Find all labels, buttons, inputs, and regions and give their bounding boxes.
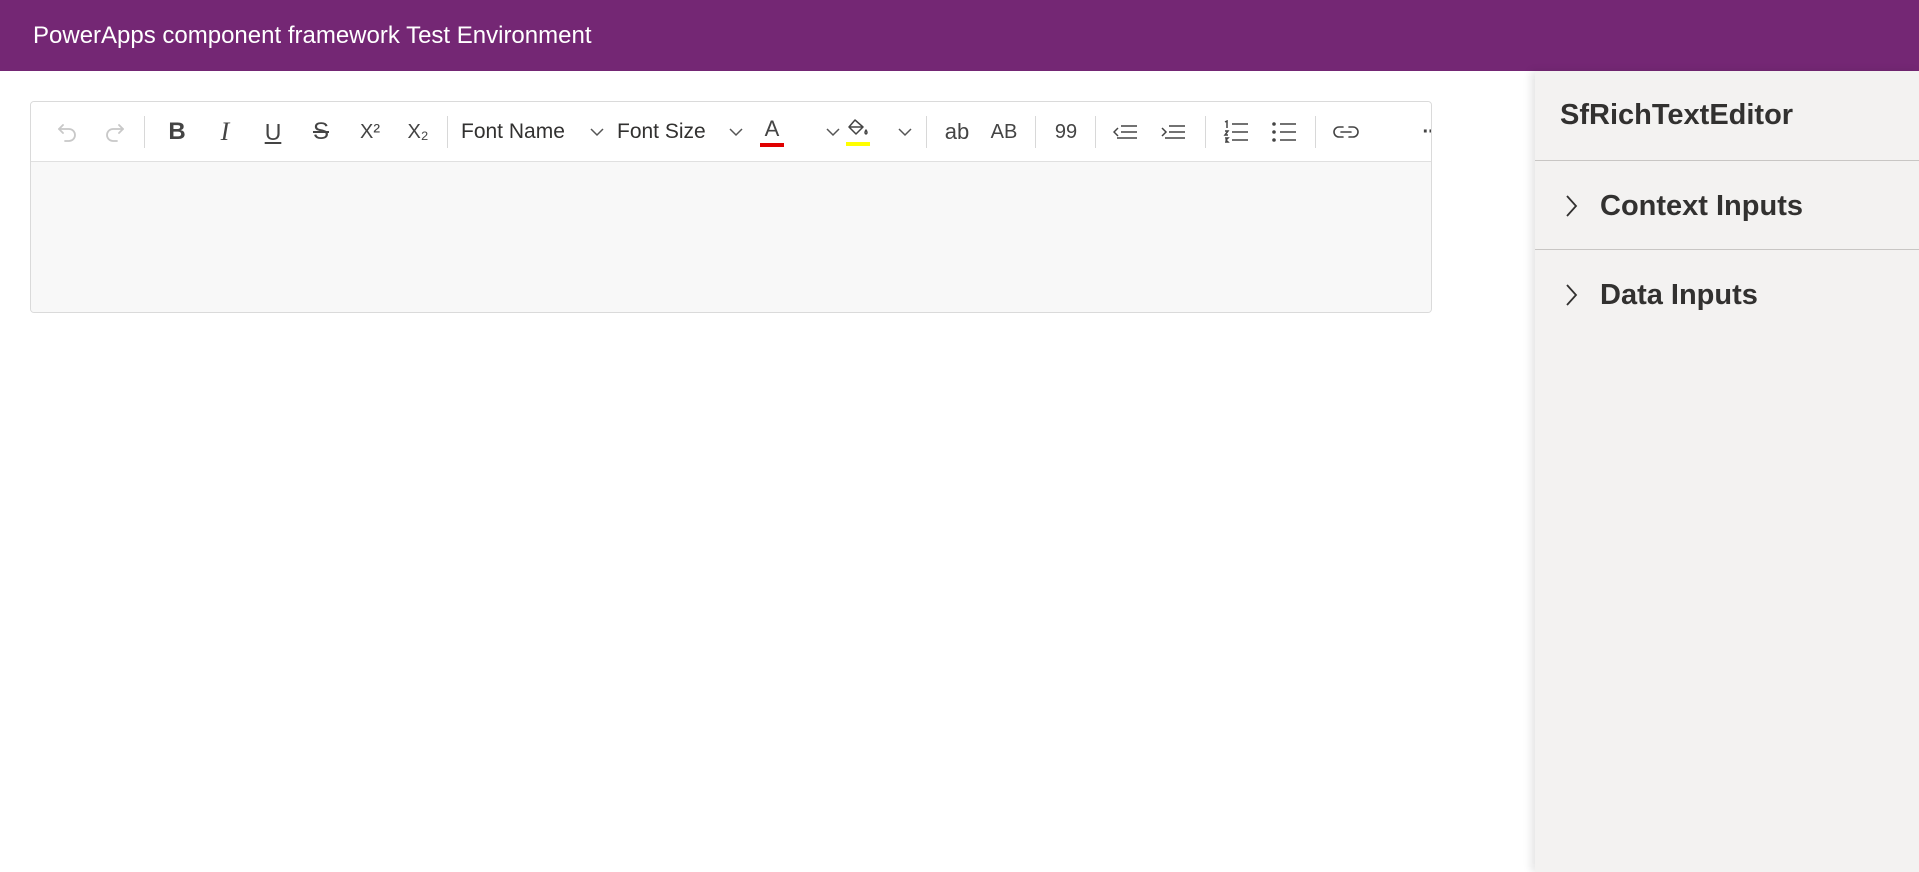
outdent-button[interactable]: [1106, 112, 1146, 152]
more-icon: ···: [1422, 120, 1432, 143]
strikethrough-icon: S: [312, 118, 329, 145]
paint-bucket-icon: [848, 119, 868, 135]
panel-divider: [1535, 249, 1919, 250]
undo-icon: [58, 124, 76, 142]
bold-icon: B: [168, 118, 186, 145]
app-title: PowerApps component framework Test Envir…: [33, 21, 592, 49]
italic-button[interactable]: I: [205, 112, 245, 152]
superscript-icon: X²: [360, 120, 380, 143]
toolbar-separator: [1035, 116, 1036, 148]
subscript-button[interactable]: X₂: [397, 112, 439, 152]
link-icon: [1333, 126, 1359, 138]
unordered-list-button[interactable]: [1264, 112, 1304, 152]
font-color-swatch: [760, 142, 784, 147]
lowercase-button[interactable]: ab: [936, 112, 978, 152]
font-color-button[interactable]: A: [753, 112, 791, 152]
font-size-dropdown[interactable]: Font Size: [617, 112, 745, 152]
superscript-button[interactable]: X²: [349, 112, 391, 152]
section-label: Data Inputs: [1600, 278, 1758, 311]
panel-divider: [1535, 160, 1919, 161]
background-color-button[interactable]: [839, 112, 877, 152]
undo-button[interactable]: [49, 112, 85, 152]
subscript-icon: X₂: [407, 120, 429, 143]
rich-text-editor: B I U S X² X₂ Font Name Font Size A ab A…: [30, 101, 1432, 313]
section-data-inputs[interactable]: Data Inputs: [1535, 252, 1919, 338]
outdent-icon: [1113, 125, 1137, 139]
chevron-down-icon: [729, 128, 743, 137]
uppercase-button[interactable]: AB: [983, 112, 1025, 152]
blockquote-icon: 99: [1054, 120, 1078, 143]
unordered-list-icon: [1272, 122, 1296, 142]
toolbar-separator: [1205, 116, 1206, 148]
indent-icon: [1161, 125, 1185, 139]
background-color-swatch: [846, 142, 870, 146]
lowercase-icon: ab: [944, 119, 970, 144]
chevron-down-icon: [590, 128, 604, 137]
editor-content-area[interactable]: [31, 162, 1431, 312]
properties-panel: SfRichTextEditor Context Inputs Data Inp…: [1535, 71, 1919, 872]
redo-icon: [106, 124, 124, 142]
underline-icon: U: [264, 118, 282, 145]
strikethrough-button[interactable]: S: [301, 112, 341, 152]
section-label: Context Inputs: [1600, 189, 1803, 222]
background-color-dropdown[interactable]: [893, 112, 917, 152]
toolbar-separator: [144, 116, 145, 148]
font-name-dropdown[interactable]: Font Name: [461, 112, 606, 152]
section-context-inputs[interactable]: Context Inputs: [1535, 163, 1919, 249]
underline-button[interactable]: U: [253, 112, 293, 152]
redo-button[interactable]: [97, 112, 133, 152]
toolbar-separator: [447, 116, 448, 148]
main-area: B I U S X² X₂ Font Name Font Size A ab A…: [0, 71, 1535, 872]
ordered-list-icon: [1223, 120, 1248, 143]
bold-button[interactable]: B: [157, 112, 197, 152]
uppercase-icon: AB: [990, 120, 1018, 143]
toolbar-separator: [1315, 116, 1316, 148]
toolbar-separator: [926, 116, 927, 148]
panel-title: SfRichTextEditor: [1560, 99, 1794, 131]
toolbar-separator: [1095, 116, 1096, 148]
ordered-list-button[interactable]: [1216, 112, 1256, 152]
chevron-right-icon: [1566, 195, 1578, 217]
blockquote-button[interactable]: 99: [1045, 112, 1087, 152]
italic-icon: I: [220, 117, 230, 146]
editor-toolbar: B I U S X² X₂ Font Name Font Size A ab A…: [31, 102, 1431, 162]
font-color-icon: A: [764, 115, 780, 141]
more-options-button[interactable]: ···: [1411, 112, 1432, 152]
chevron-down-icon: [898, 128, 912, 137]
insert-link-button[interactable]: [1325, 112, 1367, 152]
chevron-right-icon: [1566, 284, 1578, 306]
font-size-label: Font Size: [617, 120, 706, 143]
font-name-label: Font Name: [461, 120, 565, 143]
indent-button[interactable]: [1154, 112, 1194, 152]
app-header: PowerApps component framework Test Envir…: [0, 0, 1919, 71]
